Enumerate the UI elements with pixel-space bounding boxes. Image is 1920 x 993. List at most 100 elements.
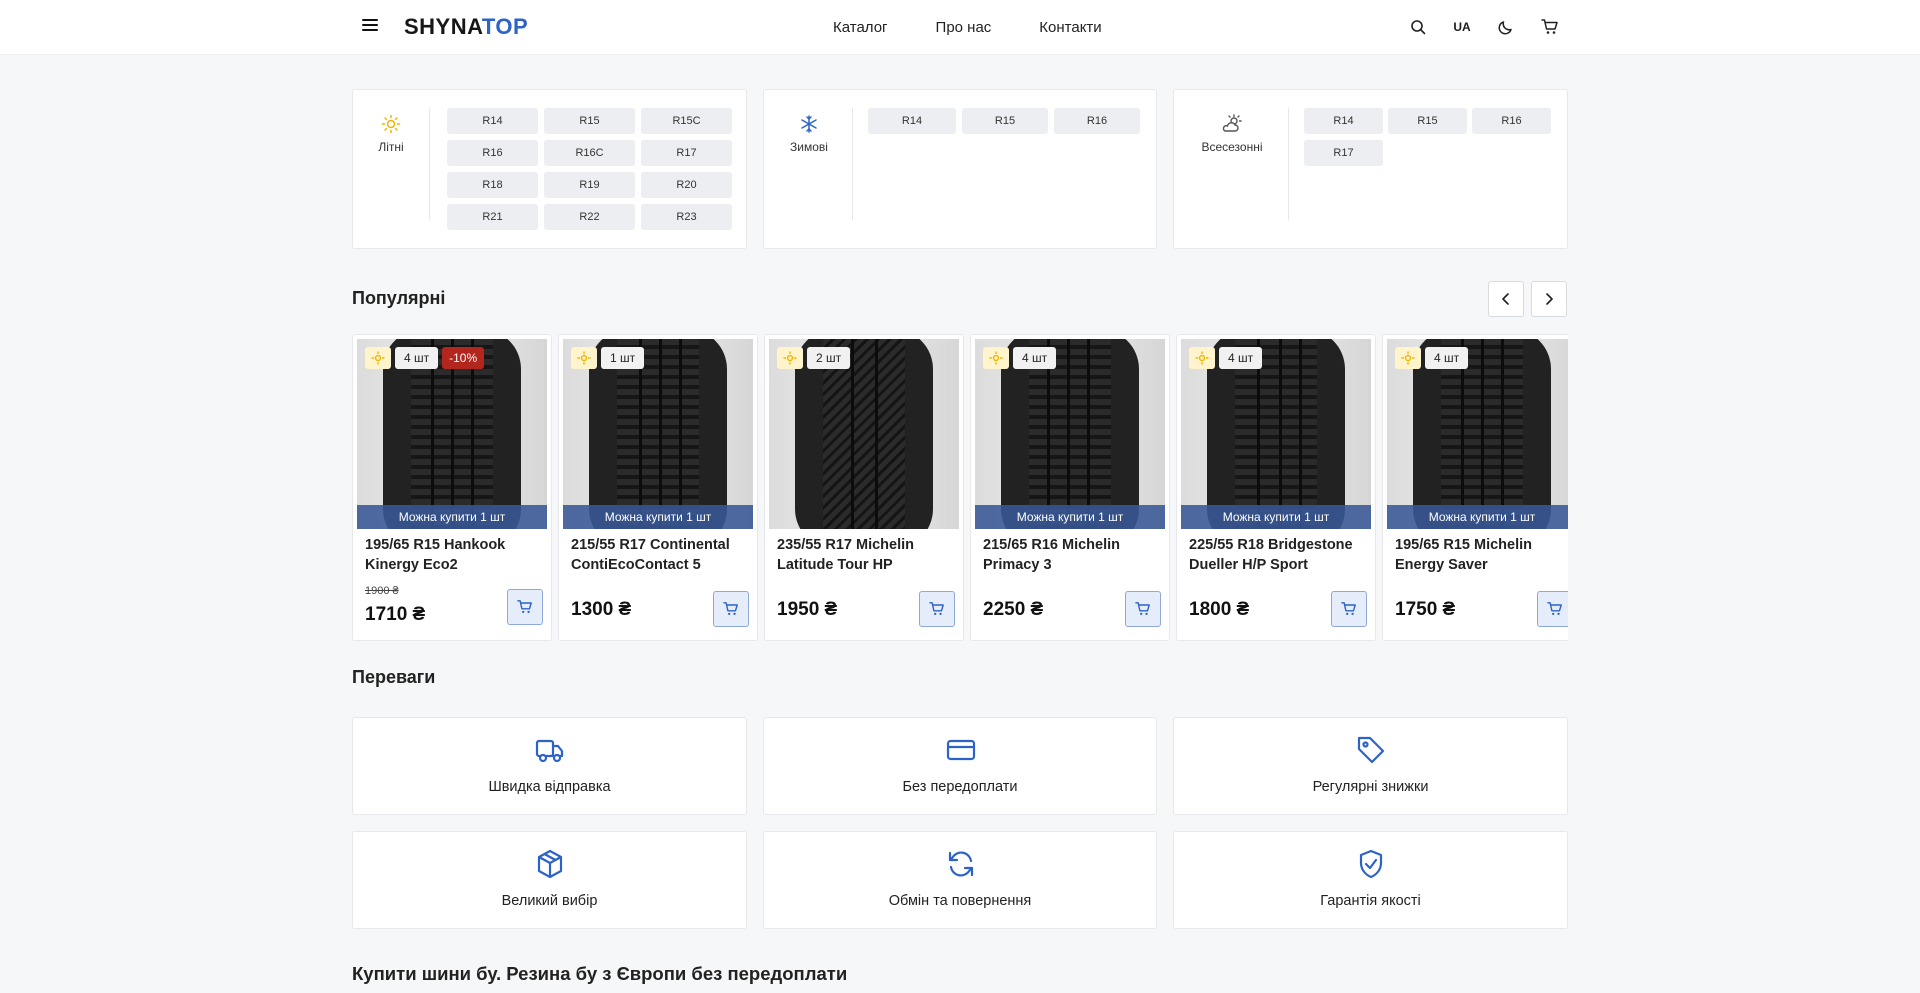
add-to-cart-button[interactable]: [1331, 591, 1367, 627]
cart-icon: [1547, 602, 1562, 616]
product-card[interactable]: 4 шт Можна купити 1 шт 195/65 R15 Michel…: [1382, 334, 1568, 641]
sun-icon: [777, 347, 803, 369]
size-chip[interactable]: R14: [868, 108, 956, 134]
dark-mode-icon[interactable]: [1496, 17, 1516, 37]
popular-title: Популярні: [352, 288, 446, 308]
qty-badge: 2 шт: [807, 347, 851, 369]
price: 2250 ₴: [983, 599, 1044, 620]
advantage-card: Великий вибір: [352, 831, 747, 929]
size-chip[interactable]: R19: [544, 172, 635, 198]
product-card[interactable]: 1 шт Можна купити 1 шт 215/55 R17 Contin…: [558, 334, 758, 641]
season-label: Зимові: [790, 140, 828, 154]
divider: [429, 108, 430, 220]
truck-icon: [535, 739, 564, 763]
product-name[interactable]: 195/65 R15 Michelin Energy Saver: [1395, 535, 1568, 575]
badges: 4 шт: [983, 347, 1057, 369]
season-allseason[interactable]: Всесезонні: [1174, 114, 1290, 154]
size-chip[interactable]: R18: [447, 172, 538, 198]
products-carousel: 4 шт -10% Можна купити 1 шт 195/65 R15 H…: [352, 334, 1568, 641]
carousel-prev-button[interactable]: [1488, 281, 1524, 317]
season-winter[interactable]: Зимові: [764, 114, 854, 154]
product-name[interactable]: 235/55 R17 Michelin Latitude Tour HP: [777, 535, 957, 575]
size-chip[interactable]: R22: [544, 204, 635, 230]
size-chip[interactable]: R23: [641, 204, 732, 230]
cart-icon: [1341, 602, 1356, 616]
seo-title: Купити шини бу. Резина бу з Європи без п…: [352, 963, 848, 984]
advantage-card: Без передоплати: [763, 717, 1157, 815]
size-chip[interactable]: R16C: [544, 140, 635, 166]
product-image[interactable]: 4 шт -10% Можна купити 1 шт: [357, 339, 547, 529]
carousel-next-button[interactable]: [1531, 281, 1567, 317]
product-card[interactable]: 4 шт -10% Можна купити 1 шт 195/65 R15 H…: [352, 334, 552, 641]
product-name[interactable]: 225/55 R18 Bridgestone Dueller H/P Sport: [1189, 535, 1369, 575]
add-to-cart-button[interactable]: [1537, 591, 1568, 627]
badges: 4 шт: [1395, 347, 1469, 369]
cart-icon: [723, 602, 738, 616]
product-image[interactable]: 2 шт: [769, 339, 959, 529]
add-to-cart-button[interactable]: [507, 589, 543, 625]
advantage-label: Обмін та повернення: [888, 893, 1032, 909]
size-chip[interactable]: R16: [447, 140, 538, 166]
old-price: 1900 ₴: [365, 585, 399, 597]
cart-icon: [929, 602, 944, 616]
qty-badge: 1 шт: [601, 347, 645, 369]
size-chip[interactable]: R17: [641, 140, 732, 166]
box-icon: [537, 849, 563, 879]
menu-icon[interactable]: [362, 19, 378, 33]
allseason-sizes-panel: Всесезонні R14 R15 R16 R17: [1173, 89, 1568, 249]
badges: 4 шт -10%: [365, 347, 485, 369]
chevron-right-icon: [1546, 293, 1553, 305]
add-to-cart-button[interactable]: [919, 591, 955, 627]
product-card[interactable]: 2 шт 235/55 R17 Michelin Latitude Tour H…: [764, 334, 964, 641]
badges: 4 шт: [1189, 347, 1263, 369]
advantage-label: Швидка відправка: [488, 779, 611, 795]
qty-badge: 4 шт: [1425, 347, 1469, 369]
credit-card-icon: [946, 739, 976, 761]
product-image[interactable]: 4 шт Можна купити 1 шт: [1387, 339, 1568, 529]
sun-icon: [1395, 347, 1421, 369]
nav-catalog[interactable]: Каталог: [833, 19, 888, 36]
language-switch[interactable]: UA: [1452, 17, 1472, 37]
buy-one-label: Можна купити 1 шт: [1387, 505, 1568, 529]
shield-check-icon: [1359, 849, 1383, 879]
product-name[interactable]: 215/65 R16 Michelin Primacy 3: [983, 535, 1163, 575]
size-chip[interactable]: R14: [1304, 108, 1383, 134]
add-to-cart-button[interactable]: [1125, 591, 1161, 627]
season-label: Всесезонні: [1201, 140, 1263, 154]
price: 1710 ₴: [365, 604, 426, 625]
refresh-icon: [948, 851, 974, 877]
advantage-card: Регулярні знижки: [1173, 717, 1568, 815]
size-chip[interactable]: R20: [641, 172, 732, 198]
size-chip[interactable]: R15C: [641, 108, 732, 134]
product-image[interactable]: 4 шт Можна купити 1 шт: [975, 339, 1165, 529]
size-chip[interactable]: R21: [447, 204, 538, 230]
divider: [1288, 108, 1289, 220]
size-chip[interactable]: R15: [544, 108, 635, 134]
nav-about[interactable]: Про нас: [936, 19, 992, 36]
logo[interactable]: SHYNATOP: [404, 14, 528, 40]
add-to-cart-button[interactable]: [713, 591, 749, 627]
size-chip[interactable]: R14: [447, 108, 538, 134]
size-chip[interactable]: R16: [1054, 108, 1140, 134]
product-card[interactable]: 4 шт Можна купити 1 шт 215/65 R16 Michel…: [970, 334, 1170, 641]
size-chips: R14 R15 R16 R17: [1304, 108, 1551, 166]
cart-icon[interactable]: [1540, 17, 1560, 37]
size-chip[interactable]: R16: [1472, 108, 1551, 134]
season-summer[interactable]: Літні: [353, 114, 429, 154]
nav-contacts[interactable]: Контакти: [1039, 19, 1101, 36]
product-card[interactable]: 4 шт Можна купити 1 шт 225/55 R18 Bridge…: [1176, 334, 1376, 641]
size-chip[interactable]: R15: [1388, 108, 1467, 134]
logo-part2: TOP: [481, 14, 529, 39]
product-image[interactable]: 4 шт Можна купити 1 шт: [1181, 339, 1371, 529]
product-name[interactable]: 215/55 R17 Continental ContiEcoContact 5: [571, 535, 751, 575]
size-chip[interactable]: R15: [962, 108, 1048, 134]
product-image[interactable]: 1 шт Можна купити 1 шт: [563, 339, 753, 529]
cart-icon: [1135, 602, 1150, 616]
product-name[interactable]: 195/65 R15 Hankook Kinergy Eco2: [365, 535, 545, 575]
price: 1950 ₴: [777, 599, 838, 620]
search-icon[interactable]: [1408, 17, 1428, 37]
buy-one-label: Можна купити 1 шт: [563, 505, 753, 529]
size-chip[interactable]: R17: [1304, 140, 1383, 166]
qty-badge: 4 шт: [1013, 347, 1057, 369]
advantage-card: Швидка відправка: [352, 717, 747, 815]
